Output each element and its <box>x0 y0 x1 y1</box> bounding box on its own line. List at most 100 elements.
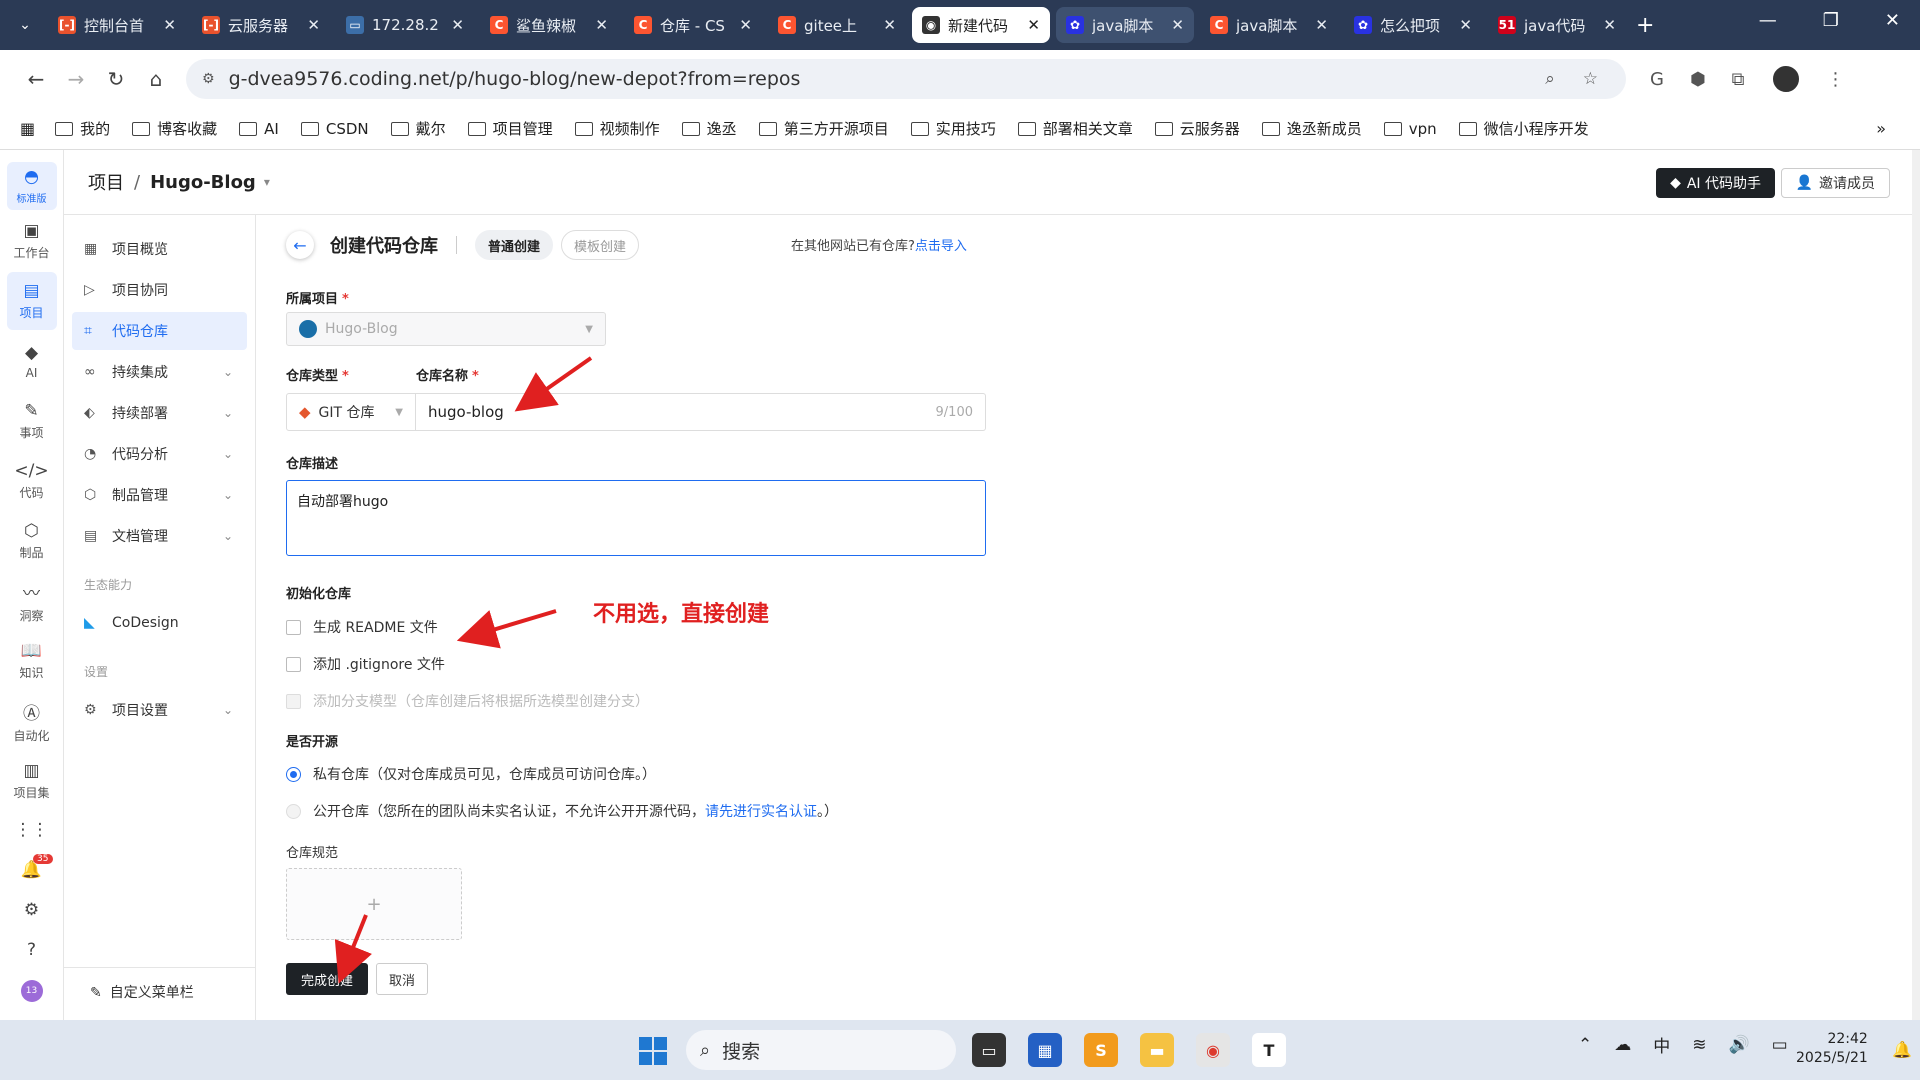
browser-tab[interactable]: Cjava脚本 ✕ <box>1200 7 1338 43</box>
public-radio-row[interactable]: 公开仓库（您所在的团队尚未实名认证，不允许公开开源代码， 请先进行实名认证。） <box>286 801 838 821</box>
close-icon[interactable]: ✕ <box>1603 16 1616 34</box>
bookmark-folder[interactable]: vpn <box>1383 120 1437 138</box>
invite-member-button[interactable]: 👤 邀请成员 <box>1780 168 1890 198</box>
more-menu-icon[interactable]: ⋮ <box>1827 69 1845 90</box>
readme-checkbox-row[interactable]: 生成 README 文件 <box>286 617 438 637</box>
taskbar-clock[interactable]: 22:42 2025/5/21 <box>1796 1030 1868 1068</box>
tab-normal-create[interactable]: 普通创建 <box>475 230 554 260</box>
battery-icon[interactable]: ▭ <box>1772 1035 1788 1055</box>
sidebar-item-repos[interactable]: ⌗ 代码仓库 <box>72 312 247 350</box>
sidebar-item-cd[interactable]: ⬖ 持续部署 ⌄ <box>72 394 247 432</box>
sublime-icon[interactable]: S <box>1084 1033 1118 1067</box>
tab-template-create[interactable]: 模板创建 <box>561 230 640 260</box>
sidebar-item-analysis[interactable]: ◔ 代码分析 ⌄ <box>72 435 247 473</box>
cancel-button[interactable]: 取消 <box>376 963 428 995</box>
project-select[interactable]: Hugo-Blog ▼ <box>286 312 606 346</box>
private-radio[interactable] <box>286 766 301 782</box>
browser-tab[interactable]: 51 java代码 ✕ <box>1488 7 1626 43</box>
home-icon[interactable]: ⌂ <box>136 67 176 91</box>
submit-create-button[interactable]: 完成创建 <box>286 963 368 995</box>
more-bookmarks-icon[interactable]: » <box>1876 119 1886 138</box>
sidebar-item-codesign[interactable]: ◣ CoDesign <box>72 604 247 642</box>
bookmark-folder[interactable]: 逸丞新成员 <box>1261 118 1362 139</box>
more-apps-icon[interactable]: ⋮⋮ <box>7 812 57 850</box>
close-icon[interactable]: ✕ <box>451 16 464 34</box>
bookmark-folder[interactable]: 视频制作 <box>574 118 660 139</box>
spec-upload-box[interactable]: + <box>286 868 462 940</box>
close-icon[interactable]: ✕ <box>595 16 608 34</box>
settings-gear-icon[interactable]: ⚙ <box>7 892 57 930</box>
close-window-icon[interactable]: ✕ <box>1885 10 1900 31</box>
extension-icon[interactable]: ⬢ <box>1690 69 1706 90</box>
close-icon[interactable]: ✕ <box>883 16 896 34</box>
minimize-icon[interactable]: — <box>1759 10 1777 31</box>
url-input[interactable]: ⚙ g-dvea9576.coding.net/p/hugo-blog/new-… <box>186 59 1626 99</box>
sidebar-item-ci[interactable]: ∞ 持续集成 ⌄ <box>72 353 247 391</box>
close-icon[interactable]: ✕ <box>1315 16 1328 34</box>
sidebar-item-project-settings[interactable]: ⚙ 项目设置 ⌄ <box>72 691 247 729</box>
notification-center-icon[interactable]: 🔔 <box>1892 1040 1912 1059</box>
browser-tab-active[interactable]: ◉ 新建代码 ✕ <box>912 7 1050 43</box>
gitignore-checkbox-row[interactable]: 添加 .gitignore 文件 <box>286 654 445 674</box>
volume-icon[interactable]: 🔊 <box>1729 1035 1750 1055</box>
ime-indicator[interactable]: 中 <box>1653 1032 1670 1057</box>
readme-checkbox[interactable] <box>286 619 301 635</box>
bookmark-folder[interactable]: 实用技巧 <box>910 118 996 139</box>
sidebar-item-docs[interactable]: ▤ 文档管理 ⌄ <box>72 517 247 555</box>
breadcrumb-project[interactable]: Hugo-Blog <box>150 172 256 193</box>
bookmark-folder[interactable]: 戴尔 <box>390 118 446 139</box>
browser-tab[interactable]: ✿ 怎么把项 ✕ <box>1344 7 1482 43</box>
windows-start-icon[interactable] <box>638 1036 668 1066</box>
sidebar-item-artifacts[interactable]: ⬡ 制品管理 ⌄ <box>72 476 247 514</box>
notification-bell-icon[interactable]: 🔔 35 <box>7 852 57 890</box>
help-icon[interactable]: ? <box>7 932 57 970</box>
real-name-auth-link[interactable]: 请先进行实名认证 <box>705 801 817 821</box>
puzzle-icon[interactable]: ⧉ <box>1732 69 1745 90</box>
bookmark-folder[interactable]: 部署相关文章 <box>1017 118 1133 139</box>
rail-item-program[interactable]: ▥ 项目集 <box>7 752 57 810</box>
repo-description-textarea[interactable]: 自动部署hugo <box>286 480 986 556</box>
site-info-icon[interactable]: ⚙ <box>202 71 215 87</box>
browser-tab[interactable]: Cgitee上 ✕ <box>768 7 906 43</box>
browser-tab[interactable]: ✿ java脚本 ✕ <box>1056 7 1194 43</box>
restore-icon[interactable]: ❐ <box>1823 10 1839 31</box>
chevron-down-icon[interactable]: ▾ <box>264 175 270 189</box>
rail-item-code[interactable]: </> 代码 <box>7 452 57 510</box>
typora-icon[interactable]: T <box>1252 1033 1286 1067</box>
bookmark-folder[interactable]: 逸丞 <box>681 118 737 139</box>
chrome-icon[interactable]: ◉ <box>1196 1033 1230 1067</box>
browser-tab[interactable]: C 鲨鱼辣椒 ✕ <box>480 7 618 43</box>
back-arrow-icon[interactable]: ← <box>286 231 314 259</box>
rail-item-issues[interactable]: ✎ 事项 <box>7 392 57 450</box>
apps-grid-icon[interactable]: ▦ <box>20 119 35 138</box>
page-scrollbar[interactable] <box>1912 150 1920 1020</box>
bookmark-folder[interactable]: CSDN <box>300 120 369 138</box>
bookmark-folder[interactable]: 博客收藏 <box>132 118 217 139</box>
reload-icon[interactable]: ↻ <box>96 67 136 91</box>
rail-item-insight[interactable]: 〰洞察 <box>7 572 57 630</box>
bookmark-folder[interactable]: AI <box>239 120 279 138</box>
store-icon[interactable]: ▦ <box>1028 1033 1062 1067</box>
customize-menu-button[interactable]: ✎ 自定义菜单栏 <box>64 967 255 1002</box>
close-icon[interactable]: ✕ <box>1171 16 1184 34</box>
file-explorer-icon[interactable]: ▬ <box>1140 1033 1174 1067</box>
back-arrow-icon[interactable]: ← <box>16 67 56 91</box>
rail-item-knowledge[interactable]: 📖 知识 <box>7 632 57 690</box>
sidebar-item-overview[interactable]: ▦ 项目概览 <box>72 230 247 268</box>
tab-search-icon[interactable]: ⌄ <box>8 8 42 42</box>
browser-tab[interactable]: [-] 云服务器 ✕ <box>192 7 330 43</box>
cloud-icon[interactable]: ☁ <box>1614 1035 1631 1055</box>
rail-item-ai[interactable]: ◆ AI <box>7 332 57 390</box>
bookmark-folder[interactable]: 第三方开源项目 <box>758 118 889 139</box>
bookmark-folder[interactable]: 我的 <box>55 118 110 139</box>
repo-type-select[interactable]: ◆ GIT 仓库 ▼ <box>286 393 416 431</box>
bookmark-folder[interactable]: 微信小程序开发 <box>1458 118 1589 139</box>
browser-tab[interactable]: C 仓库 - CS ✕ <box>624 7 762 43</box>
rail-item-artifact[interactable]: ⬡ 制品 <box>7 512 57 570</box>
forward-arrow-icon[interactable]: → <box>56 67 96 91</box>
import-link[interactable]: 点击导入 <box>915 239 967 254</box>
bookmark-star-icon[interactable]: ☆ <box>1583 69 1598 89</box>
rail-item-automation[interactable]: Ⓐ 自动化 <box>7 692 57 750</box>
user-avatar[interactable]: 13 <box>7 972 57 1010</box>
gitignore-checkbox[interactable] <box>286 656 301 672</box>
